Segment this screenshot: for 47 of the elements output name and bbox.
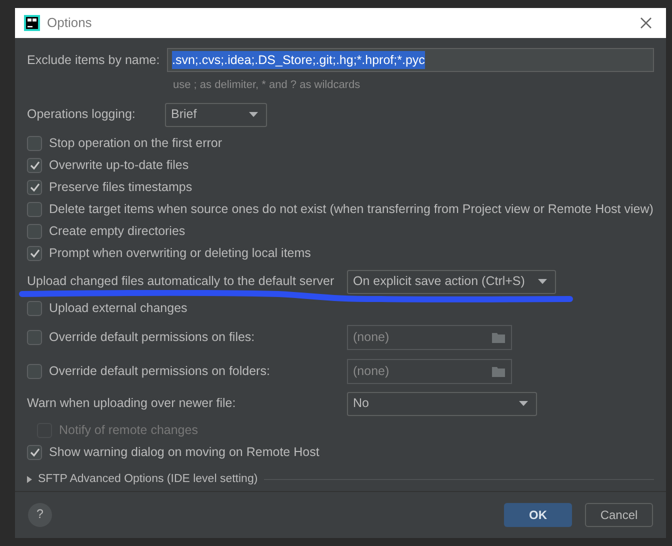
checkbox-label: Prompt when overwriting or deleting local items [49, 245, 311, 262]
checkbox-label: Stop operation on the first error [49, 135, 222, 152]
caret-down-icon [519, 401, 528, 406]
checkbox-label: Override default permissions on folders: [49, 363, 270, 380]
checkmark-icon [30, 183, 40, 192]
checkmark-icon [30, 448, 40, 457]
checkbox[interactable] [27, 180, 42, 195]
checkbox[interactable] [27, 224, 42, 239]
app-logo-icon [24, 15, 40, 31]
checkbox-label: Override default permissions on files: [49, 329, 255, 346]
caret-down-icon [249, 112, 258, 117]
field-label: Upload changed files automatically to the default server [27, 274, 334, 288]
caret-down-icon [538, 279, 547, 284]
expand-arrow-icon [27, 476, 32, 483]
ok-button[interactable]: OK [504, 502, 572, 527]
checkbox[interactable] [27, 301, 42, 316]
folder-icon [492, 332, 506, 343]
checkbox-label: Notify of remote changes [59, 422, 198, 440]
checkbox[interactable] [27, 445, 42, 460]
field-label: Warn when uploading over newer file: [27, 396, 236, 410]
hint-text: use ; as delimiter, * and ? as wildcards [173, 78, 362, 93]
checkbox-label: Delete target items when source ones do not exist (when transferring from Project view or Remote Host view) [49, 201, 654, 218]
checkbox[interactable] [27, 202, 42, 217]
checkbox[interactable] [27, 158, 42, 173]
dropdown[interactable]: Brief [165, 102, 267, 126]
help-button[interactable]: ? [28, 502, 52, 527]
dropdown[interactable]: On explicit save action (Ctrl+S) [347, 270, 556, 294]
checkbox[interactable] [27, 136, 42, 151]
checkbox-label: Overwrite up-to-date files [49, 157, 189, 174]
checkmark-icon [30, 249, 40, 258]
cancel-button[interactable]: Cancel [585, 502, 653, 527]
checkbox[interactable] [27, 246, 42, 261]
checkbox-label: Preserve files timestamps [49, 179, 192, 196]
close-icon [640, 17, 652, 29]
dropdown[interactable]: No [347, 392, 537, 416]
field-value: .svn;.cvs;.idea;.DS_Store;.git;.hg;*.hprof;*.pyc [172, 50, 425, 70]
sftp-section-toggle[interactable]: SFTP Advanced Options (IDE level setting) [27, 470, 258, 488]
close-button[interactable] [638, 15, 654, 31]
exclude-input-field[interactable]: .svn;.cvs;.idea;.DS_Store;.git;.hg;*.hprof;*.pyc [167, 48, 654, 72]
checkbox-label: Show warning dialog on moving on Remote Host [49, 444, 320, 462]
field-label: Operations logging: [27, 107, 136, 122]
checkbox-label: Create empty directories [49, 223, 186, 240]
window-title: Options [47, 14, 92, 32]
checkbox-label: Upload external changes [49, 300, 188, 318]
folder-icon [492, 366, 506, 377]
checkmark-icon [30, 161, 40, 170]
field-label: Exclude items by name: [27, 52, 160, 67]
